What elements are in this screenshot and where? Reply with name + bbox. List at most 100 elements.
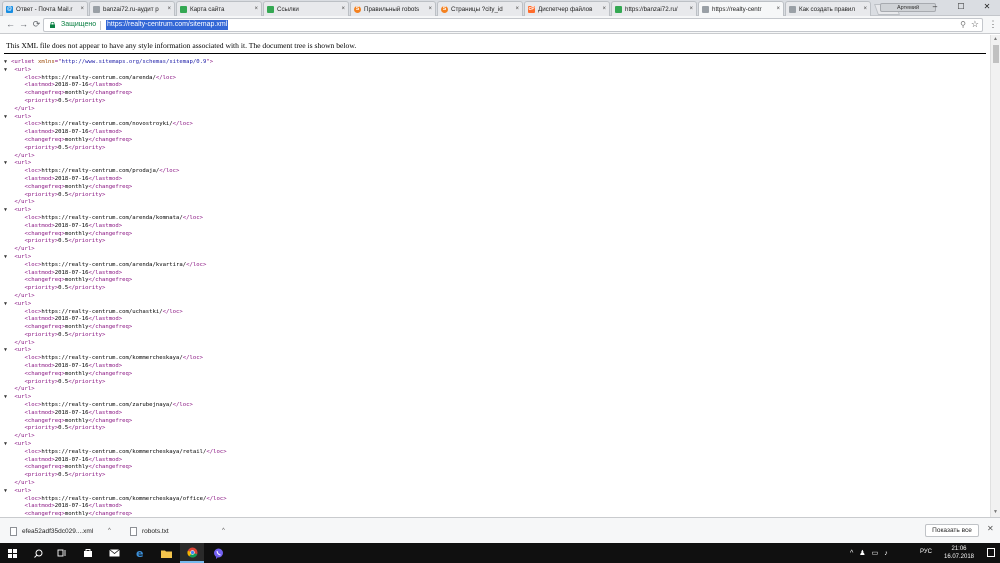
people-icon[interactable]: ♟ [859, 549, 865, 557]
task-view-button[interactable] [50, 543, 74, 563]
xml-close-tag: </lastmod> [88, 316, 123, 323]
system-tray: ^ ♟ ▭ ♪ [850, 543, 894, 563]
tab-0[interactable]: @ Ответ - Почта Mail.r × [2, 1, 88, 16]
close-tab-icon[interactable]: × [863, 6, 867, 12]
xml-close-tag: </loc> [182, 355, 203, 362]
star-icon[interactable]: ☆ [971, 19, 979, 30]
tab-4[interactable]: S Правильный robots × [350, 1, 436, 16]
xml-priority-value: 0.5 [58, 238, 69, 245]
close-tab-icon[interactable]: × [515, 6, 519, 12]
forward-button[interactable]: → [17, 18, 30, 31]
collapse-toggle-icon[interactable]: ▼ [4, 114, 11, 122]
collapse-toggle-icon[interactable]: ▼ [4, 59, 11, 67]
minimize-button[interactable]: – [922, 0, 948, 15]
collapse-toggle-icon[interactable]: ▼ [4, 67, 11, 75]
tab-6[interactable]: cP Диспетчер файлов × [524, 1, 610, 16]
vertical-scrollbar[interactable]: ▲ ▼ [990, 35, 1000, 517]
zoom-icon[interactable]: ⚲ [960, 20, 966, 29]
xml-lastmod-value: 2018-07-16 [54, 363, 89, 370]
collapse-toggle-icon[interactable]: ▼ [4, 301, 11, 309]
download-item[interactable]: robots.txt ^ [130, 522, 225, 540]
close-tab-icon[interactable]: × [254, 6, 258, 12]
edge-app[interactable]: e [128, 543, 152, 563]
chevron-up-icon[interactable]: ^ [222, 528, 225, 534]
scrollbar-thumb[interactable] [993, 45, 999, 63]
clock[interactable]: 21:06 16.07.2018 [936, 545, 982, 561]
tab-2[interactable]: Карта сайта × [176, 1, 262, 16]
close-tab-icon[interactable]: × [167, 6, 171, 12]
close-tab-icon[interactable]: × [80, 6, 84, 12]
search-button[interactable] [26, 543, 50, 563]
xml-punct: "> [206, 59, 214, 65]
menu-icon[interactable]: ⋮ [988, 18, 998, 31]
show-all-downloads-button[interactable]: Показать все [925, 524, 979, 537]
xml-open-tag: <url> [14, 394, 32, 401]
tab-3[interactable]: Ссылки × [263, 1, 349, 16]
collapse-toggle-icon[interactable]: ▼ [4, 254, 11, 262]
viber-app[interactable] [206, 543, 230, 563]
tab-5[interactable]: S Страницы ?city_id × [437, 1, 523, 16]
tab-7[interactable]: https://banzai72.ru/ × [611, 1, 697, 16]
notifications-icon[interactable] [987, 548, 995, 557]
chevron-up-icon[interactable]: ^ [850, 550, 853, 557]
file-explorer-app[interactable] [154, 543, 178, 563]
close-tab-icon[interactable]: × [428, 6, 432, 12]
mail-app[interactable] [102, 543, 126, 563]
scroll-up-icon[interactable]: ▲ [993, 36, 998, 42]
collapse-toggle-icon[interactable]: ▼ [4, 207, 11, 215]
maximize-button[interactable]: ☐ [948, 0, 974, 15]
xml-close-tag: </loc> [186, 261, 207, 268]
network-icon[interactable]: ▭ [872, 549, 879, 557]
tab-9[interactable]: Как создать правил × [785, 1, 871, 16]
tab-title: Карта сайта [190, 5, 225, 13]
xml-priority-value: 0.5 [58, 331, 69, 338]
xml-close-tag: </lastmod> [88, 269, 123, 276]
address-bar[interactable]: Защищено https://realty-centrum.com/site… [43, 18, 983, 32]
xml-loc-value: https://realty-centrum.com/prodaja/ [41, 168, 160, 175]
close-tab-icon[interactable]: × [689, 6, 693, 12]
start-button[interactable] [0, 543, 24, 563]
close-tab-icon[interactable]: × [341, 6, 345, 12]
close-shelf-icon[interactable]: ✕ [987, 524, 994, 533]
chrome-app[interactable] [180, 543, 204, 563]
scroll-down-icon[interactable]: ▼ [993, 509, 998, 515]
window-controls: – ☐ ✕ [922, 0, 1000, 15]
xml-priority-line: <priority>0.5</priority> [4, 332, 227, 340]
tab-8[interactable]: https://realty-centr × [698, 1, 784, 16]
xml-close-tag: </loc> [206, 495, 227, 502]
collapse-toggle-icon[interactable]: ▼ [4, 441, 11, 449]
xml-close-tag: </url> [14, 339, 35, 346]
close-tab-icon[interactable]: × [602, 6, 606, 12]
document-icon [789, 5, 796, 13]
close-window-button[interactable]: ✕ [974, 0, 1000, 15]
chevron-up-icon[interactable]: ^ [108, 528, 111, 534]
reload-button[interactable]: ⟳ [30, 18, 43, 31]
xml-loc-line: <loc>https://realty-centrum.com/arenda/k… [4, 215, 227, 223]
xml-open-tag: <changefreq> [24, 230, 65, 237]
volume-icon[interactable]: ♪ [884, 550, 888, 557]
store-app[interactable] [76, 543, 100, 563]
xml-close-tag: </priority> [68, 285, 106, 292]
xml-loc-value: https://realty-centrum.com/arenda/ [41, 74, 156, 81]
collapse-toggle-icon[interactable]: ▼ [4, 347, 11, 355]
close-tab-icon[interactable]: × [776, 6, 780, 12]
tab-1[interactable]: banzai72.ru-аудит р × [89, 1, 175, 16]
collapse-toggle-icon[interactable]: ▼ [4, 394, 11, 402]
collapse-toggle-icon[interactable]: ▼ [4, 488, 11, 496]
xml-open-tag: <lastmod> [24, 456, 55, 463]
collapse-toggle-icon[interactable]: ▼ [4, 160, 11, 168]
language-indicator[interactable]: РУС [920, 549, 932, 555]
xml-open-tag: <lastmod> [24, 316, 55, 323]
download-item[interactable]: efea52adf35dc029....xml ^ [10, 522, 111, 540]
xml-url-open: ▼ <url> [4, 301, 227, 309]
url-text[interactable]: https://realty-centrum.com/sitemap.xml [106, 20, 229, 30]
xml-lastmod-value: 2018-07-16 [54, 129, 89, 136]
xml-close-tag: </url> [14, 152, 35, 159]
xml-open-tag: <loc> [24, 214, 42, 221]
back-button[interactable]: ← [4, 18, 17, 31]
xml-close-tag: </changefreq> [88, 464, 133, 471]
